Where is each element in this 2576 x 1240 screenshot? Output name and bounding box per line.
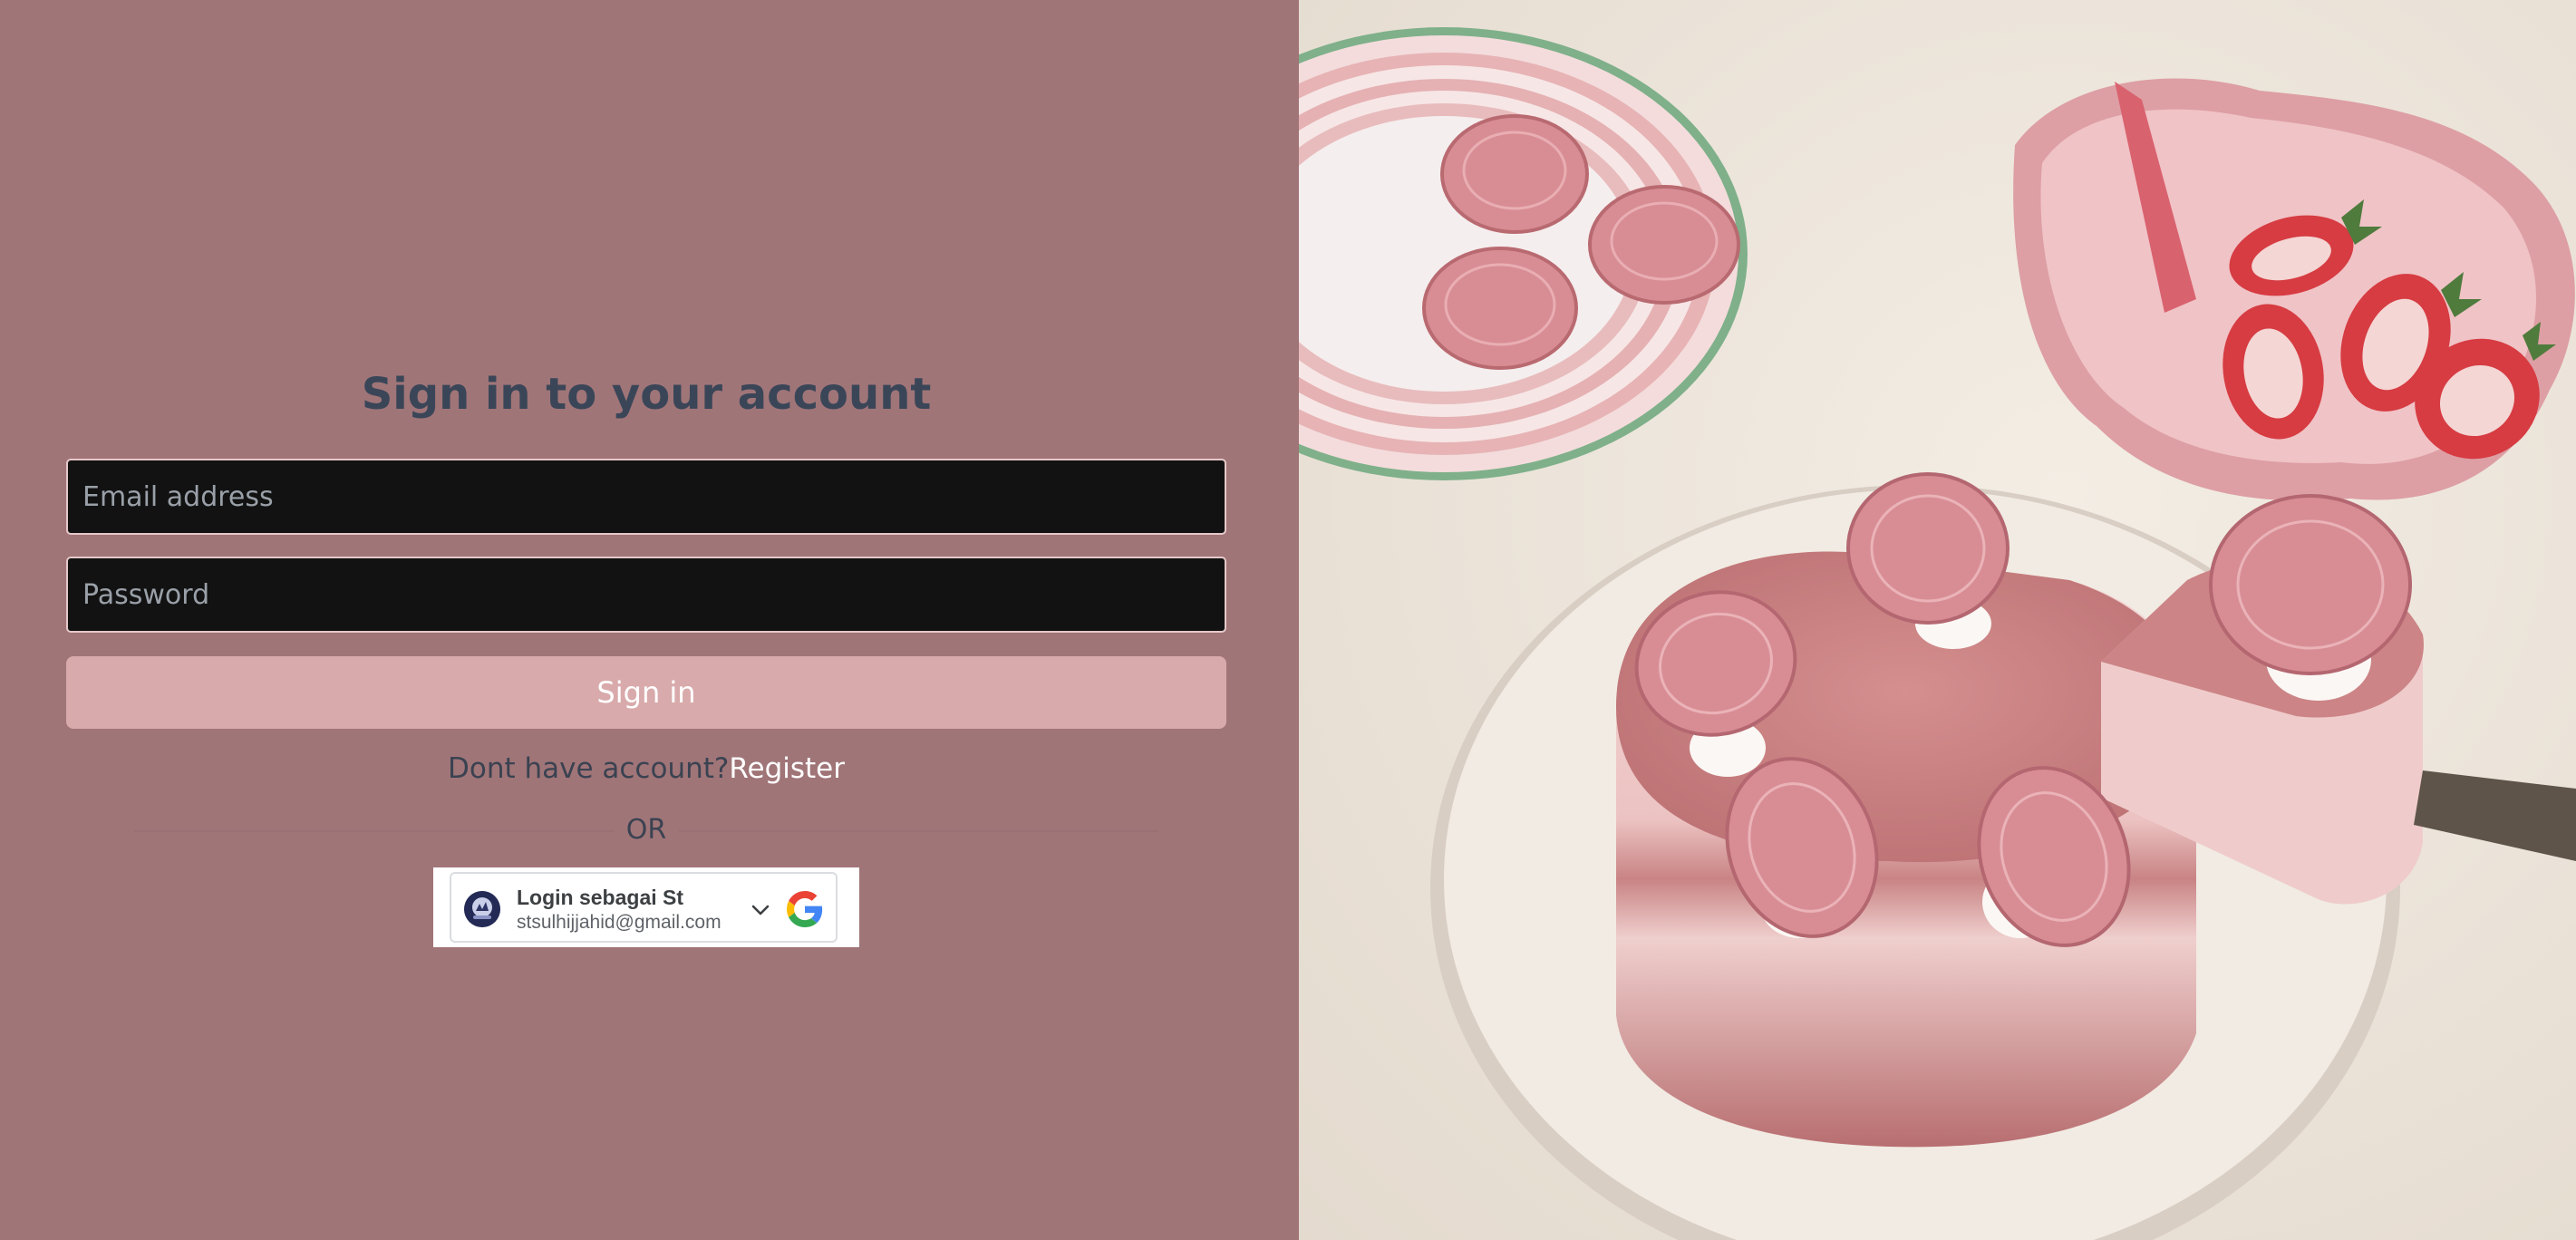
login-panel: Sign in to your account Sign in Dont hav…	[0, 0, 1299, 1240]
chevron-down-icon[interactable]	[751, 901, 770, 919]
no-account-text: Dont have account?	[447, 752, 730, 785]
avatar	[464, 891, 500, 927]
cake-photo	[1299, 0, 2576, 1240]
register-link[interactable]: Register	[729, 752, 845, 785]
login-form: Sign in to your account Sign in Dont hav…	[66, 363, 1226, 848]
google-signin-button[interactable]: Login sebagai St stsulhijjahid@gmail.com	[450, 872, 838, 943]
email-field[interactable]	[66, 459, 1226, 535]
register-prompt: Dont have account?Register	[66, 749, 1226, 789]
google-account-email: stsulhijjahid@gmail.com	[517, 912, 721, 933]
page-title: Sign in to your account	[361, 369, 932, 420]
password-field[interactable]	[66, 557, 1226, 633]
sign-in-button[interactable]: Sign in	[66, 656, 1226, 729]
login-page: Sign in to your account Sign in Dont hav…	[0, 0, 2576, 1240]
or-divider: OR	[134, 812, 1158, 848]
google-signin-container: Login sebagai St stsulhijjahid@gmail.com	[433, 867, 859, 947]
google-account-name: Login sebagai St	[517, 886, 684, 909]
google-g-icon	[787, 891, 823, 927]
hero-image	[1299, 0, 2576, 1240]
or-label: OR	[613, 812, 680, 848]
